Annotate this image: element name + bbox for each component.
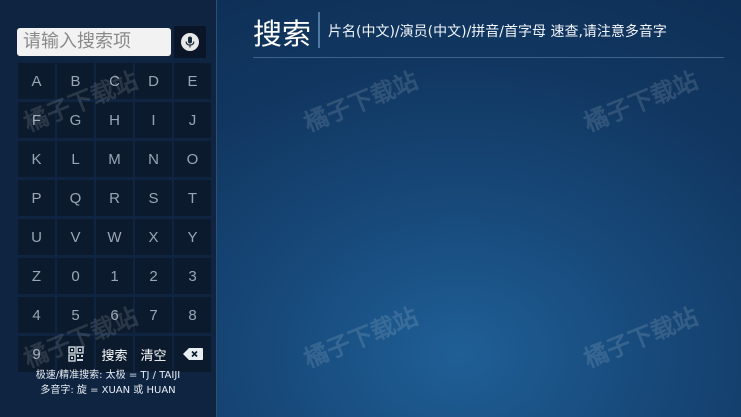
key[interactable]: K xyxy=(18,141,55,177)
voice-search-button[interactable] xyxy=(174,26,206,58)
hint-line-2: 多音字: 旋 = XUAN 或 HUAN xyxy=(40,385,176,396)
key[interactable]: L xyxy=(57,141,94,177)
microphone-icon xyxy=(181,33,199,51)
key[interactable]: E xyxy=(174,63,211,99)
key[interactable]: P xyxy=(18,180,55,216)
search-input[interactable]: 请输入搜索项 xyxy=(17,28,171,56)
page-title: 搜索 xyxy=(253,17,312,51)
watermark: 橘子下载站 xyxy=(580,302,702,374)
key[interactable]: J xyxy=(174,102,211,138)
key[interactable]: 2 xyxy=(135,258,172,294)
key[interactable]: Z xyxy=(18,258,55,294)
key[interactable]: Q xyxy=(57,180,94,216)
watermark: 橘子下载站 xyxy=(580,66,702,138)
key[interactable]: 1 xyxy=(96,258,133,294)
key[interactable]: 3 xyxy=(174,258,211,294)
search-tip: 片名(中文)/演员(中文)/拼音/首字母 速查,请注意多音字 xyxy=(328,24,667,40)
key[interactable]: R xyxy=(96,180,133,216)
watermark: 橘子下载站 xyxy=(300,302,422,374)
key[interactable]: Y xyxy=(174,219,211,255)
key[interactable]: N xyxy=(135,141,172,177)
key[interactable]: W xyxy=(96,219,133,255)
backspace-icon xyxy=(182,348,203,360)
key[interactable]: 8 xyxy=(174,297,211,333)
key[interactable]: S xyxy=(135,180,172,216)
key[interactable]: O xyxy=(174,141,211,177)
title-divider xyxy=(318,12,320,48)
watermark: 橘子下载站 xyxy=(300,66,422,138)
key[interactable]: 0 xyxy=(57,258,94,294)
key[interactable]: M xyxy=(96,141,133,177)
key[interactable]: X xyxy=(135,219,172,255)
key[interactable]: I xyxy=(135,102,172,138)
key[interactable]: U xyxy=(18,219,55,255)
header-divider xyxy=(253,57,724,58)
key[interactable]: T xyxy=(174,180,211,216)
key[interactable]: V xyxy=(57,219,94,255)
